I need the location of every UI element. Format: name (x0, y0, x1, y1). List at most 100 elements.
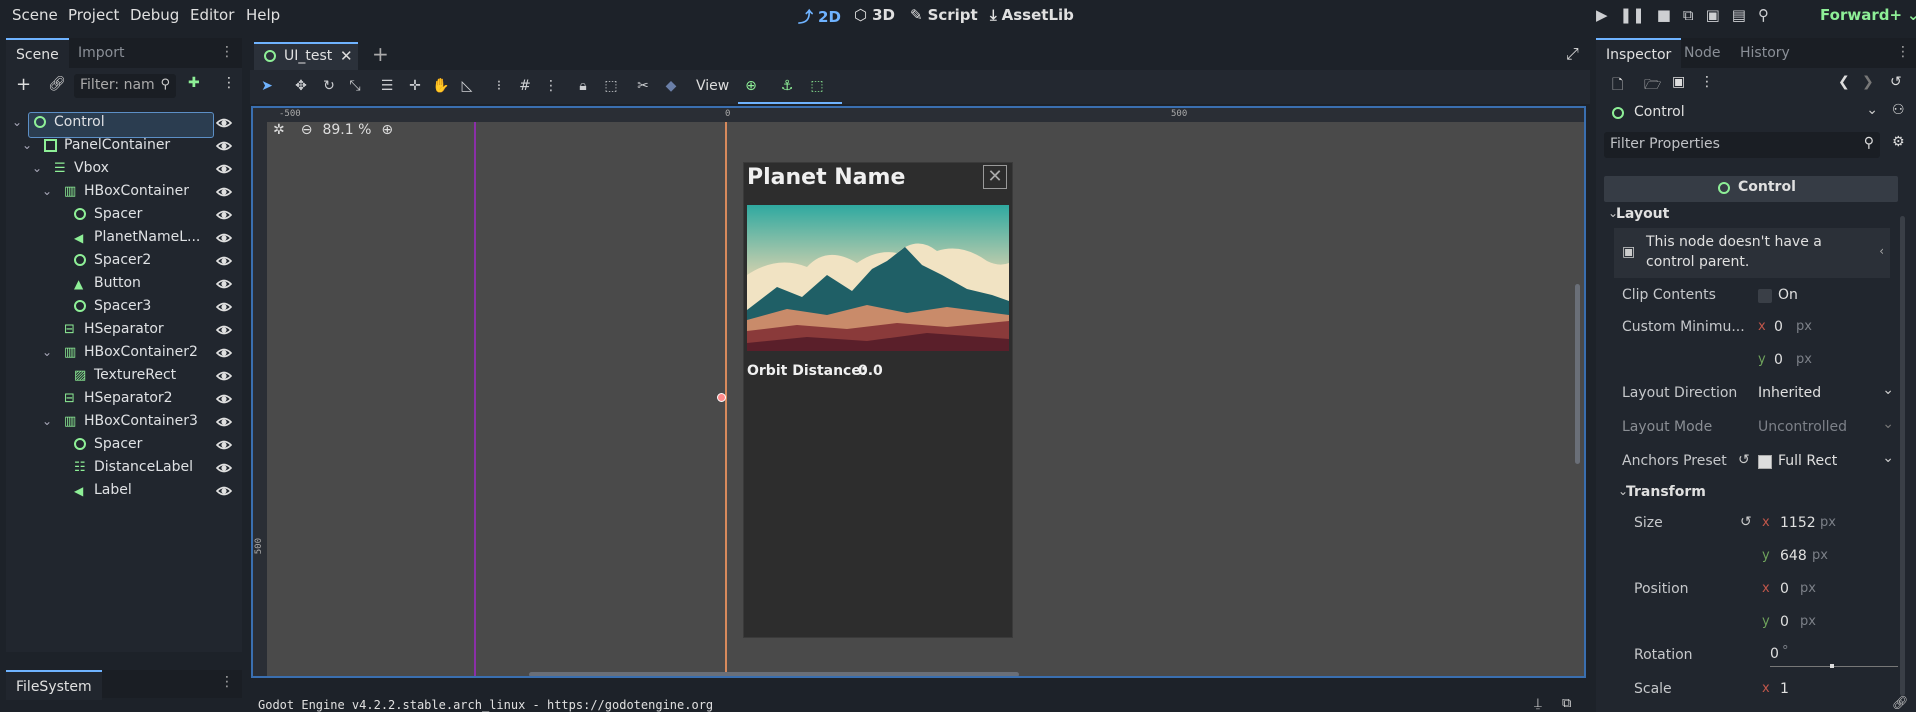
size-x-input[interactable]: 1152 (1780, 515, 1816, 531)
chevron-down-icon[interactable]: ⌄ (22, 138, 32, 152)
tree-item[interactable]: Spacer3 (6, 296, 242, 320)
kebab-menu-icon[interactable]: ⋮ (220, 674, 234, 690)
visibility-icon[interactable] (216, 230, 232, 246)
tree-item[interactable]: ⌄ Control (6, 112, 242, 138)
movie-icon[interactable]: ▣ (1706, 6, 1720, 24)
tree-item[interactable]: Spacer2 (6, 250, 242, 274)
scale-x-input[interactable]: 1 (1780, 681, 1789, 697)
kebab-menu-icon[interactable]: ⋮ (220, 44, 234, 60)
rotate-tool-icon[interactable]: ↻ (320, 78, 338, 96)
visibility-icon[interactable] (216, 322, 232, 338)
zoom-in-icon[interactable]: ⊕ (381, 122, 393, 138)
open-folder-icon[interactable]: 🗁︎ (1644, 74, 1661, 98)
rotation-slider[interactable] (1770, 666, 1898, 667)
link-icon[interactable]: 🔗︎ (1892, 696, 1909, 711)
layout-section-header[interactable]: ⌄ Layout (1608, 204, 1888, 228)
add-tab-icon[interactable]: + (372, 42, 389, 66)
presets-icon[interactable]: ⊕ (742, 78, 760, 96)
distraction-free-icon[interactable]: ⤢ (1566, 44, 1579, 64)
layout-direction-select[interactable]: Inherited ⌄ (1758, 380, 1898, 408)
custom-min-x-input[interactable]: 0 (1774, 319, 1783, 335)
visibility-icon[interactable] (216, 184, 232, 200)
pivot-point[interactable] (717, 393, 726, 402)
clip-contents-checkbox[interactable] (1758, 289, 1772, 303)
tree-item[interactable]: Spacer (6, 204, 242, 228)
visibility-icon[interactable] (216, 253, 232, 269)
visibility-icon[interactable] (216, 483, 232, 499)
list-select-icon[interactable]: ☰ (378, 78, 396, 96)
zoom-level[interactable]: 89.1 % (322, 122, 371, 138)
visibility-icon[interactable] (216, 161, 232, 177)
revert-icon[interactable]: ↺ (1738, 452, 1750, 468)
attach-script-icon[interactable]: ✚ (188, 75, 200, 91)
chevron-down-icon[interactable]: ⌄ (42, 184, 52, 198)
history-forward-icon[interactable]: ❯ (1862, 74, 1874, 90)
tab-scene[interactable]: Scene (6, 38, 69, 68)
play-scene-icon[interactable]: ▤ (1732, 6, 1746, 24)
chevron-down-icon[interactable]: ⌄ (32, 161, 42, 175)
zoom-out-icon[interactable]: ⊖ (301, 122, 313, 138)
chevron-left-icon[interactable]: ‹ (1879, 244, 1884, 258)
play-custom-icon[interactable]: ⚲ (1758, 6, 1769, 24)
position-y-input[interactable]: 0 (1780, 614, 1789, 630)
object-history-icon[interactable]: ↺ (1890, 74, 1902, 90)
add-node-icon[interactable]: + (16, 74, 31, 95)
vertical-scrollbar[interactable] (1575, 284, 1580, 464)
tree-item[interactable]: ⌄ ▥ HBoxContainer (6, 181, 242, 205)
smart-snap-icon[interactable]: ⁝ (490, 78, 508, 96)
menu-editor[interactable]: Editor (190, 6, 234, 24)
menu-scene[interactable]: Scene (12, 6, 58, 24)
chevron-down-icon[interactable]: ⌄ (12, 115, 22, 129)
tree-item[interactable]: ▲ Button (6, 273, 242, 297)
move-tool-icon[interactable]: ✥ (292, 78, 310, 96)
scene-filter-input[interactable]: Filter: nam ⚲ (74, 74, 176, 98)
layout-icon[interactable]: ⬚ (808, 78, 826, 96)
tree-item[interactable]: ◀ PlanetNameL... (6, 227, 242, 251)
rotation-slider-grabber[interactable] (1830, 664, 1834, 668)
tree-item[interactable]: ⊟ HSeparator (6, 319, 242, 343)
tree-item[interactable]: ⌄ PanelContainer (6, 135, 242, 159)
tree-item[interactable]: ⌄ ▥ HBoxContainer2 (6, 342, 242, 366)
tree-item[interactable]: ◀ Label (6, 480, 242, 504)
menu-debug[interactable]: Debug (130, 6, 179, 24)
pin-icon[interactable]: ⍊ (1534, 696, 1542, 711)
filter-properties-input[interactable]: Filter Properties ⚲ (1604, 132, 1880, 158)
node-type-select[interactable]: Control ⌄ (1604, 102, 1880, 126)
inspector-scrollbar[interactable] (1900, 216, 1905, 696)
pan-tool-icon[interactable]: ✋ (432, 78, 450, 96)
pause-icon[interactable]: ❚❚ (1620, 6, 1645, 24)
bones-icon[interactable]: ✂ (634, 78, 652, 96)
custom-min-y-input[interactable]: 0 (1774, 352, 1783, 368)
remote-debug-icon[interactable]: ⧉ (1683, 6, 1694, 24)
tab-inspector[interactable]: Inspector (1596, 38, 1682, 68)
position-x-input[interactable]: 0 (1780, 581, 1789, 597)
inspector-settings-icon[interactable]: ⚙ (1892, 134, 1905, 150)
tree-item[interactable]: ☷ DistanceLabel (6, 457, 242, 481)
visibility-icon[interactable] (216, 115, 232, 131)
node-help-icon[interactable]: ⚇ (1892, 102, 1905, 118)
visibility-icon[interactable] (216, 345, 232, 361)
anchor-icon[interactable]: ⚓ (778, 78, 796, 96)
tree-item[interactable]: ⊟ HSeparator2 (6, 388, 242, 412)
copy-icon[interactable]: ⧉ (1562, 696, 1571, 711)
kebab-menu-icon[interactable]: ⋮ (1896, 44, 1910, 60)
rotation-input[interactable]: 0 (1770, 646, 1779, 662)
tab-history[interactable]: History (1730, 38, 1800, 68)
ruler-tool-icon[interactable]: ◺ (458, 78, 476, 96)
tree-item[interactable]: Spacer (6, 434, 242, 458)
snap-options-icon[interactable]: ⋮ (542, 78, 560, 96)
visibility-icon[interactable] (216, 414, 232, 430)
mode-2d-button[interactable]: ⤴ 2D (798, 6, 841, 27)
planet-panel[interactable]: Planet Name ✕ Orbit Distance: 0.0 (743, 162, 1013, 638)
stop-icon[interactable]: ■ (1657, 6, 1671, 24)
canvas-viewport[interactable]: -500 0 500 500 ✲ ⊖ 89.1 % ⊕ Planet Name … (251, 106, 1586, 678)
tab-node[interactable]: Node (1674, 38, 1731, 68)
close-button[interactable]: ✕ (983, 165, 1007, 189)
visibility-icon[interactable] (216, 207, 232, 223)
zoom-reset-icon[interactable]: ✲ (273, 122, 285, 138)
horizontal-scrollbar[interactable] (529, 672, 1019, 676)
save-icon[interactable]: ▣ (1672, 74, 1685, 90)
lock-icon[interactable]: 🔒︎ (574, 78, 592, 96)
tree-item[interactable]: ⌄ ☰ Vbox (6, 158, 242, 182)
select-tool-icon[interactable]: ➤ (258, 78, 276, 96)
